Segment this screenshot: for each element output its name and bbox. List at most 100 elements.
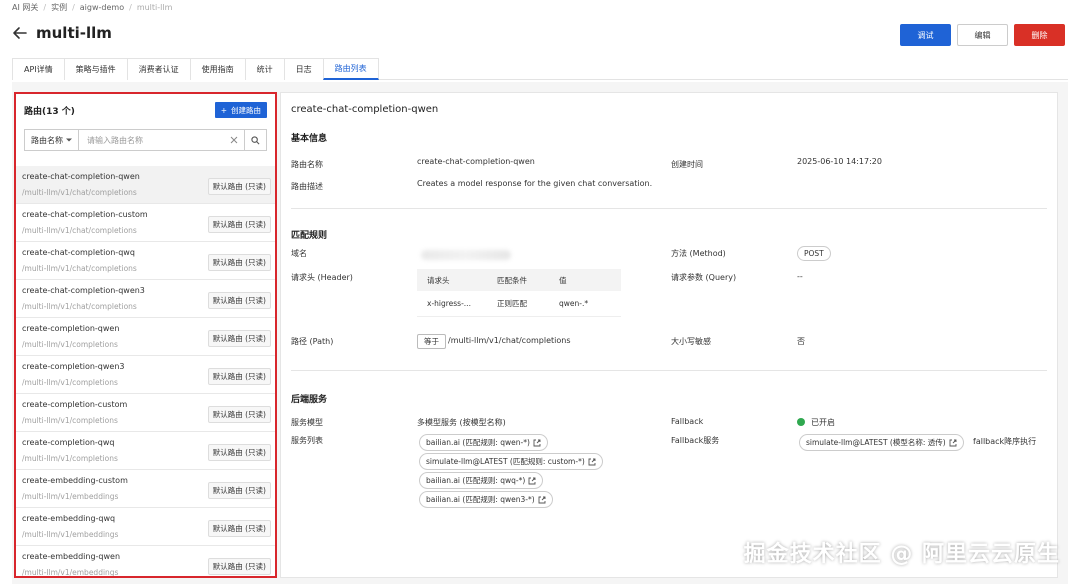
service-pill-label: bailian.ai (匹配规则: qwen3-*) xyxy=(426,495,535,504)
path-value: /multi-llm/v1/chat/completions xyxy=(448,336,571,345)
route-item[interactable]: create-completion-custom /multi-llm/v1/c… xyxy=(16,394,275,432)
case-sensitive-value: 否 xyxy=(797,337,805,346)
domain-value-redacted xyxy=(421,250,511,260)
clear-icon[interactable] xyxy=(230,136,238,144)
external-link-icon xyxy=(949,439,957,446)
breadcrumb-item-instance[interactable]: 实例 xyxy=(51,2,67,13)
route-readonly-tag: 默认路由 (只读) xyxy=(207,178,271,195)
section-backend: 后端服务 xyxy=(291,395,328,405)
route-item[interactable]: create-chat-completion-qwen3 /multi-llm/… xyxy=(16,280,275,318)
route-name: create-chat-completion-qwen xyxy=(22,172,140,181)
section-divider xyxy=(291,208,1047,209)
route-item[interactable]: create-embedding-custom /multi-llm/v1/em… xyxy=(16,470,275,508)
section-basic-info: 基本信息 xyxy=(291,134,328,144)
service-pill[interactable]: bailian.ai (匹配规则: qwen-*) xyxy=(419,434,548,451)
service-mode-value: 多模型服务 (按模型名称) xyxy=(417,418,506,427)
route-readonly-tag: 默认路由 (只读) xyxy=(207,482,271,499)
route-path: /multi-llm/v1/completions xyxy=(22,378,118,387)
route-item[interactable]: create-chat-completion-qwen /multi-llm/v… xyxy=(16,166,275,204)
fallback-status: 已开启 xyxy=(811,418,835,427)
route-item[interactable]: create-embedding-qwen /multi-llm/v1/embe… xyxy=(16,546,275,577)
route-name-input[interactable]: 请输入路由名称 xyxy=(79,130,244,150)
route-name-label: 路由名称 xyxy=(291,160,323,169)
search-field-label: 路由名称 xyxy=(31,135,63,145)
back-arrow-icon[interactable] xyxy=(12,25,28,41)
header-match-table: 请求头 匹配条件 值 x-higress-... 正则匹配 qwen-.* xyxy=(417,269,621,317)
route-name: create-embedding-custom xyxy=(22,476,128,485)
route-path: /multi-llm/v1/embeddings xyxy=(22,530,119,539)
method-label: 方法 (Method) xyxy=(671,249,726,258)
create-route-label: 创建路由 xyxy=(231,105,261,115)
route-readonly-tag: 默认路由 (只读) xyxy=(207,216,271,233)
case-sensitive-label: 大小写敏感 xyxy=(671,337,711,346)
fallback-service-value: simulate-llm@LATEST (模型名称: 透传) xyxy=(806,438,946,447)
route-name: create-chat-completion-qwen3 xyxy=(22,286,145,295)
section-divider xyxy=(291,370,1047,371)
tab-bar: API详情 策略与插件 消费者认证 使用指南 统计 日志 路由列表 xyxy=(12,58,1068,80)
edit-button[interactable]: 编辑 xyxy=(957,24,1008,46)
create-route-button[interactable]: + 创建路由 xyxy=(214,102,267,118)
route-item[interactable]: create-completion-qwq /multi-llm/v1/comp… xyxy=(16,432,275,470)
service-pill-label: simulate-llm@LATEST (匹配规则: custom-*) xyxy=(426,457,585,466)
route-readonly-tag: 默认路由 (只读) xyxy=(207,406,271,423)
route-name: create-embedding-qwq xyxy=(22,514,116,523)
fallback-service-label: Fallback服务 xyxy=(671,436,720,445)
delete-button[interactable]: 删除 xyxy=(1014,24,1065,46)
route-path: /multi-llm/v1/chat/completions xyxy=(22,226,137,235)
cell-header-name: x-higress-... xyxy=(427,299,471,308)
watermark: 掘金技术社区 @ 阿里云云原生 xyxy=(743,542,1060,567)
fallback-service-pill[interactable]: simulate-llm@LATEST (模型名称: 透传) xyxy=(799,434,964,451)
route-desc-label: 路由描述 xyxy=(291,182,323,191)
route-path: /multi-llm/v1/embeddings xyxy=(22,492,119,501)
route-path: /multi-llm/v1/completions xyxy=(22,454,118,463)
search-field-select[interactable]: 路由名称 xyxy=(25,130,79,150)
route-name: create-completion-custom xyxy=(22,400,128,409)
route-item[interactable]: create-completion-qwen3 /multi-llm/v1/co… xyxy=(16,356,275,394)
path-operator-tag: 等于 xyxy=(417,334,446,349)
route-path: /multi-llm/v1/embeddings xyxy=(22,568,119,577)
path-label: 路径 (Path) xyxy=(291,337,334,346)
tab-policies[interactable]: 策略与插件 xyxy=(63,58,128,80)
route-path: /multi-llm/v1/chat/completions xyxy=(22,188,137,197)
tab-consumer-auth[interactable]: 消费者认证 xyxy=(126,58,191,80)
tab-routes[interactable]: 路由列表 xyxy=(322,58,379,80)
breadcrumb-item-current: multi-llm xyxy=(136,3,173,12)
tab-stats[interactable]: 统计 xyxy=(244,58,285,80)
route-readonly-tag: 默认路由 (只读) xyxy=(207,520,271,537)
route-readonly-tag: 默认路由 (只读) xyxy=(207,558,271,575)
route-list: create-chat-completion-qwen /multi-llm/v… xyxy=(16,166,275,577)
service-pill[interactable]: simulate-llm@LATEST (匹配规则: custom-*) xyxy=(419,453,603,470)
query-value: -- xyxy=(797,272,803,281)
route-item[interactable]: create-completion-qwen /multi-llm/v1/com… xyxy=(16,318,275,356)
domain-label: 域名 xyxy=(291,249,307,258)
service-pill-label: bailian.ai (匹配规则: qwen-*) xyxy=(426,438,530,447)
external-link-icon xyxy=(533,439,541,446)
header-table-head: 请求头 匹配条件 值 xyxy=(417,269,621,291)
service-pill[interactable]: bailian.ai (匹配规则: qwen3-*) xyxy=(419,491,553,508)
caret-down-icon xyxy=(66,138,72,142)
cell-value: qwen-.* xyxy=(559,299,589,308)
external-link-icon xyxy=(588,458,596,465)
route-readonly-tag: 默认路由 (只读) xyxy=(207,444,271,461)
route-name: create-chat-completion-qwq xyxy=(22,248,135,257)
route-item[interactable]: create-embedding-qwq /multi-llm/v1/embed… xyxy=(16,508,275,546)
tab-guide[interactable]: 使用指南 xyxy=(189,58,246,80)
route-path: /multi-llm/v1/completions xyxy=(22,340,118,349)
route-name: create-completion-qwen3 xyxy=(22,362,125,371)
breadcrumb-item-gateway[interactable]: AI 网关 xyxy=(12,2,38,13)
route-path: /multi-llm/v1/completions xyxy=(22,416,118,425)
header-actions: 调试 编辑 删除 xyxy=(900,24,1065,46)
search-button[interactable] xyxy=(244,130,266,150)
method-badge: POST xyxy=(797,246,831,261)
route-name: create-chat-completion-custom xyxy=(22,210,148,219)
route-item[interactable]: create-chat-completion-custom /multi-llm… xyxy=(16,204,275,242)
external-link-icon xyxy=(528,477,536,484)
debug-button[interactable]: 调试 xyxy=(900,24,951,46)
route-list-panel: 路由(13 个) + 创建路由 路由名称 请输入路由名称 create-chat… xyxy=(14,92,277,578)
plus-icon: + xyxy=(220,105,227,115)
tab-api-detail[interactable]: API详情 xyxy=(12,58,65,80)
service-pill[interactable]: bailian.ai (匹配规则: qwq-*) xyxy=(419,472,544,489)
breadcrumb-item-aigw[interactable]: aigw-demo xyxy=(80,3,124,12)
tab-logs[interactable]: 日志 xyxy=(283,58,324,80)
route-item[interactable]: create-chat-completion-qwq /multi-llm/v1… xyxy=(16,242,275,280)
